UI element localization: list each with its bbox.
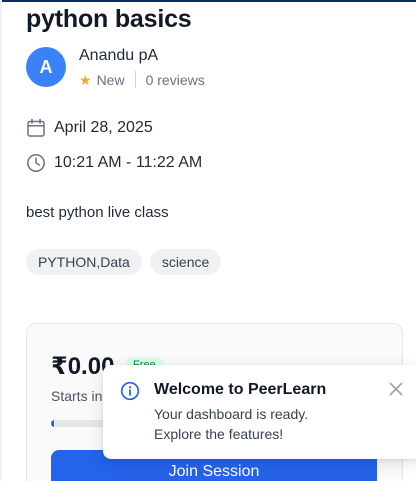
left-border [0,0,2,481]
info-icon [120,381,140,401]
time-text: 10:21 AM - 11:22 AM [54,154,203,171]
divider [134,71,136,88]
session-time: 10:21 AM - 11:22 AM [26,153,202,173]
avatar[interactable]: A [26,47,66,87]
tag-list: PYTHON,Data science [26,249,222,275]
date-text: April 28, 2025 [54,119,153,136]
tag: PYTHON,Data [26,249,142,275]
session-title: python basics [26,5,192,33]
top-border [0,0,416,2]
toast-message: Your dashboard is ready. Explore the fea… [154,406,309,442]
toast-title: Welcome to PeerLearn [154,381,327,398]
host-name[interactable]: Anandu pA [79,47,158,65]
session-description: best python live class [26,204,169,221]
session-date: April 28, 2025 [26,118,153,138]
tag: science [149,249,222,275]
clock-icon [27,154,45,172]
star-icon: ★ [79,71,92,88]
host-rating: ★ New 0 reviews [79,71,205,88]
rating-label: New [96,71,125,88]
review-count: 0 reviews [145,71,205,88]
calendar-icon [27,118,45,137]
countdown-label: Starts in [51,388,103,404]
close-icon[interactable] [387,380,405,398]
welcome-toast: Welcome to PeerLearn Your dashboard is r… [103,365,416,459]
progress-fill [51,420,55,427]
